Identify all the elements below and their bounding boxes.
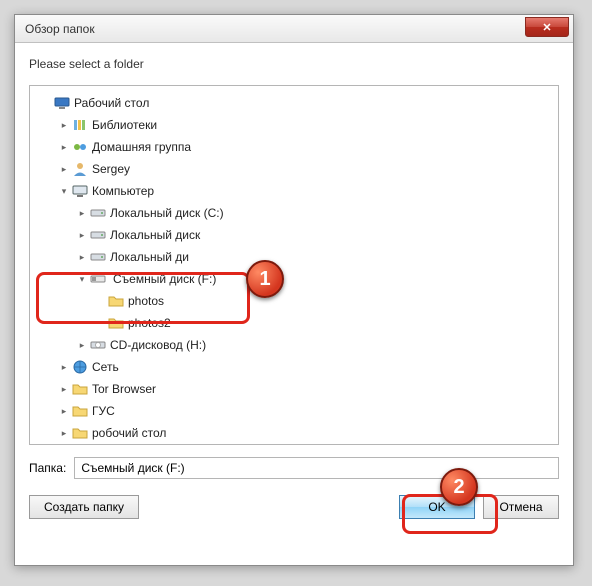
tree-item[interactable]: photos2 [30,312,558,334]
removable-icon [90,271,106,287]
folder-icon [72,403,88,419]
drive-icon [90,249,106,265]
folder-icon [72,425,88,441]
button-row: Создать папку OK Отмена [29,495,559,519]
tree-item-label: Домашняя группа [92,140,191,154]
tree-item-label: photos [128,294,164,308]
chevron-right-icon[interactable]: ▸ [58,405,70,417]
chevron-right-icon[interactable]: ▸ [58,383,70,395]
desktop-icon [54,95,70,111]
homegroup-icon [72,139,88,155]
tree-item[interactable]: ▸ Sergey [30,158,558,180]
chevron-down-icon[interactable]: ▾ [76,273,88,285]
tree-item[interactable]: ▸ Сеть [30,356,558,378]
tree-item-label: робочий стол [92,426,166,440]
tree-item[interactable]: ▾ Компьютер [30,180,558,202]
close-icon: ✕ [542,21,551,34]
tree-item-label: Компьютер [92,184,154,198]
tree-item-label: Локальный диск [110,228,200,242]
tree-item-label: Локальный диск (C:) [110,206,224,220]
tree-item[interactable]: ▸ CD-дисковод (H:) [30,334,558,356]
tree-item[interactable]: ▸ Домашняя группа [30,136,558,158]
tree-item-label: Сеть [92,360,119,374]
tree-item-label: Рабочий стол [74,96,149,110]
cancel-button[interactable]: Отмена [483,495,559,519]
tree-item-label: Sergey [92,162,130,176]
tree-item[interactable]: ▸ ГУС [30,400,558,422]
chevron-right-icon[interactable]: ▸ [76,339,88,351]
computer-icon [72,183,88,199]
close-button[interactable]: ✕ [525,17,569,37]
tree-item-label: photos2 [128,316,171,330]
titlebar: Обзор папок ✕ [15,15,573,43]
chevron-right-icon[interactable]: ▸ [58,361,70,373]
folder-icon [108,315,124,331]
tree-item-label: Tor Browser [92,382,156,396]
tree-item[interactable]: ▸ Локальный диск (C:) [30,202,558,224]
tree-item[interactable]: Рабочий стол [30,92,558,114]
folder-field-label: Папка: [29,461,66,475]
create-folder-button[interactable]: Создать папку [29,495,139,519]
chevron-right-icon[interactable]: ▸ [76,251,88,263]
folder-name-input[interactable] [74,457,559,479]
window-title: Обзор папок [25,22,95,36]
chevron-right-icon[interactable]: ▸ [76,229,88,241]
chevron-right-icon[interactable]: ▸ [58,119,70,131]
tree-item-label: Локальный ди [110,250,189,264]
drive-icon [90,227,106,243]
tree-item[interactable]: ▸ робочий стол [30,422,558,444]
chevron-right-icon[interactable]: ▸ [58,163,70,175]
chevron-right-icon[interactable]: ▸ [58,141,70,153]
drive-icon [90,205,106,221]
tree-item-label: Съемный диск (F:) [110,271,219,287]
tree-item[interactable]: ▸ Библиотеки [30,114,558,136]
folder-field-row: Папка: [29,457,559,479]
tree-item-label: CD-дисковод (H:) [110,338,206,352]
network-icon [72,359,88,375]
browse-folder-dialog: Обзор папок ✕ Please select a folder Раб… [14,14,574,566]
ok-button[interactable]: OK [399,495,475,519]
tree-item[interactable]: ▸ Локальный ди [30,246,558,268]
cddrive-icon [90,337,106,353]
folder-icon [72,381,88,397]
chevron-right-icon[interactable]: ▸ [58,427,70,439]
tree-item[interactable]: photos [30,290,558,312]
tree-item[interactable]: ▾ Съемный диск (F:) [30,268,558,290]
folder-tree[interactable]: Рабочий стол▸Библиотеки▸Домашняя группа▸… [29,85,559,445]
prompt-text: Please select a folder [15,43,573,79]
tree-item-label: Библиотеки [92,118,157,132]
folder-icon [108,293,124,309]
user-icon [72,161,88,177]
chevron-down-icon[interactable]: ▾ [58,185,70,197]
tree-item[interactable]: ▸ Tor Browser [30,378,558,400]
tree-item-label: ГУС [92,404,115,418]
libraries-icon [72,117,88,133]
tree-item[interactable]: ▸ Локальный диск [30,224,558,246]
chevron-right-icon[interactable]: ▸ [76,207,88,219]
